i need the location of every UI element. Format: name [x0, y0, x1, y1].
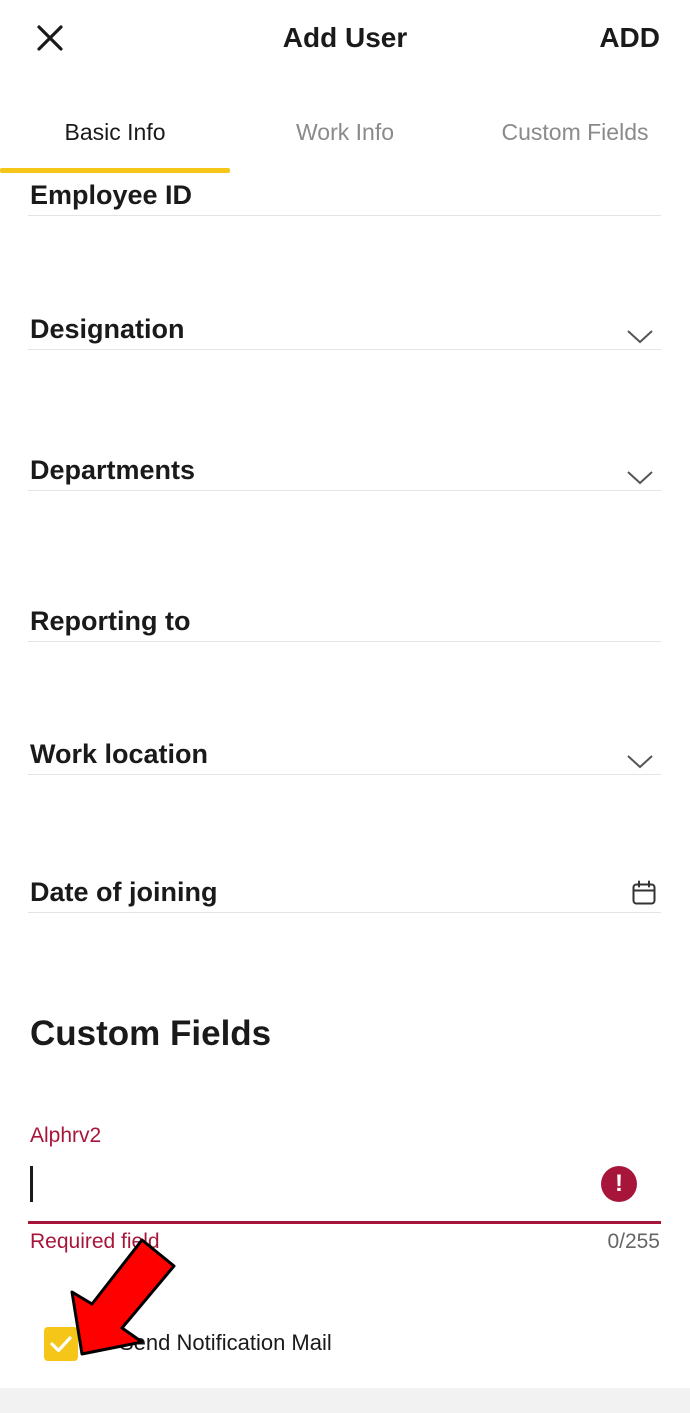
designation-field[interactable]: Designation	[28, 264, 661, 350]
close-icon	[37, 25, 63, 51]
active-tab-indicator	[0, 168, 230, 173]
custom-fields-section-title: Custom Fields	[30, 1014, 272, 1053]
chevron-down-icon	[627, 755, 653, 769]
tab-custom-fields[interactable]: Custom Fields	[460, 100, 690, 170]
notification-checkbox[interactable]	[44, 1327, 78, 1361]
departments-label: Departments	[30, 455, 196, 485]
employee-id-field[interactable]: Employee ID	[28, 174, 661, 216]
designation-label: Designation	[30, 314, 185, 344]
date-of-joining-field[interactable]: Date of joining	[28, 826, 661, 913]
app-header: Add User ADD	[0, 0, 690, 80]
close-button[interactable]	[30, 18, 70, 58]
character-counter: 0/255	[607, 1230, 660, 1253]
chevron-down-icon	[627, 471, 653, 485]
chevron-down-icon	[627, 330, 653, 344]
tab-work-info[interactable]: Work Info	[230, 100, 460, 170]
required-field-message: Required field	[30, 1230, 160, 1253]
error-icon: !	[601, 1166, 637, 1202]
send-notification-mail-option[interactable]: Send Notification Mail	[44, 1324, 544, 1364]
alphrv2-input[interactable]: !	[28, 1154, 661, 1224]
date-of-joining-label: Date of joining	[30, 877, 218, 907]
send-notification-mail-label: Send Notification Mail	[119, 1330, 332, 1355]
bottom-bar	[0, 1388, 690, 1413]
checkmark-icon	[50, 1336, 72, 1353]
alphrv2-label: Alphrv2	[30, 1124, 102, 1147]
work-location-label: Work location	[30, 739, 209, 769]
reporting-to-label: Reporting to	[30, 606, 191, 636]
employee-id-label: Employee ID	[30, 180, 193, 210]
departments-field[interactable]: Departments	[28, 405, 661, 491]
form-scroll-area[interactable]: Employee ID Designation Departments Repo…	[0, 174, 690, 1389]
calendar-icon[interactable]	[631, 880, 657, 906]
page-title: Add User	[282, 22, 408, 53]
work-location-field[interactable]: Work location	[28, 689, 661, 775]
tab-basic-info[interactable]: Basic Info	[0, 100, 230, 170]
tab-bar: Basic Info Work Info Custom Fields	[0, 100, 690, 174]
add-button[interactable]: ADD	[599, 22, 660, 54]
text-cursor	[30, 1166, 33, 1202]
reporting-to-field[interactable]: Reporting to	[28, 556, 661, 642]
